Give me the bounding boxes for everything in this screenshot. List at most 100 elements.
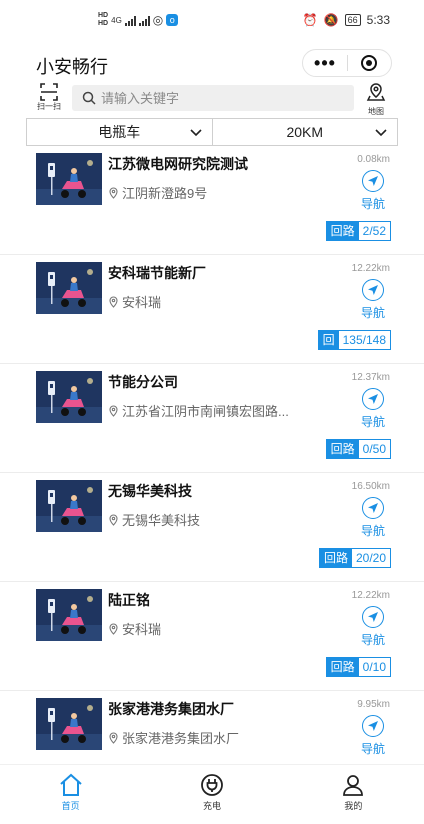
circuit-count: 135/148 (338, 331, 390, 349)
station-address-row: 无锡华美科技 (108, 510, 200, 529)
circuit-count: 2/52 (358, 222, 390, 240)
search-row: 扫一扫 地图 (0, 82, 424, 116)
distance-dropdown[interactable]: 20KM (212, 118, 398, 146)
close-mini-program-button[interactable] (348, 55, 391, 71)
chevron-down-icon (375, 129, 387, 137)
navigation-arrow-icon (362, 170, 384, 192)
navigate-button[interactable]: 导航 (356, 715, 390, 757)
circuit-tag: 回路 (326, 440, 359, 458)
station-address: 无锡华美科技 (122, 513, 201, 528)
navigate-button[interactable]: 导航 (356, 606, 390, 648)
vehicle-type-dropdown[interactable]: 电瓶车 (26, 118, 213, 146)
circuit-count: 0/10 (358, 658, 390, 676)
vehicle-type-value: 电瓶车 (98, 124, 141, 140)
map-icon (366, 83, 386, 101)
station-name: 安科瑞节能新厂 (108, 265, 206, 281)
search-box[interactable] (72, 85, 354, 111)
plug-icon (201, 774, 223, 796)
station-list[interactable]: 江苏微电网研究院测试 江阴新澄路9号 0.08km 导航 回路 2/52 安科瑞… (0, 146, 424, 764)
station-item[interactable]: 陆正铭 安科瑞 12.22km 导航 回路 0/10 (0, 582, 424, 691)
station-name: 无锡华美科技 (108, 483, 192, 499)
station-address-row: 江苏省江阴市南闸镇宏图路... (108, 401, 289, 420)
navigate-button[interactable]: 导航 (356, 279, 390, 321)
scan-button[interactable]: 扫一扫 (36, 82, 62, 114)
battery-icon: 66 (344, 14, 361, 26)
station-distance: 9.95km (357, 699, 390, 710)
circuit-badge: 回路 2/52 (325, 221, 391, 241)
circuit-count: 0/50 (358, 440, 390, 458)
home-icon (59, 773, 82, 796)
location-pin-icon (109, 404, 118, 417)
circuit-tag: 回 (318, 331, 339, 349)
circuit-count: 20/20 (351, 549, 390, 567)
location-pin-icon (109, 295, 118, 308)
navigate-button[interactable]: 导航 (356, 170, 390, 212)
bottom-tab-bar: 首页 充电 我的 (0, 764, 424, 824)
status-right: ⏰ 🔕 66 5:33 (303, 13, 390, 27)
alarm-icon: ⏰ (302, 13, 318, 27)
navigate-button[interactable]: 导航 (356, 497, 390, 539)
station-item[interactable]: 张家港港务集团水厂 张家港港务集团水厂 9.95km 导航 回路 (0, 691, 424, 764)
circuit-badge: 回路 0/10 (325, 657, 391, 677)
navigate-label: 导航 (360, 306, 385, 320)
user-icon (343, 775, 364, 796)
chevron-down-icon (189, 129, 202, 137)
station-item[interactable]: 无锡华美科技 无锡华美科技 16.50km 导航 回路 20/20 (0, 473, 424, 582)
distance-value: 20KM (286, 124, 324, 140)
signal-icon-2 (138, 15, 150, 26)
station-name: 张家港港务集团水厂 (108, 701, 234, 717)
app-title: 小安畅行 (36, 57, 108, 77)
navigate-label: 导航 (360, 742, 385, 756)
tab-profile-label: 我的 (344, 801, 363, 811)
circuit-badge: 回 135/148 (317, 330, 391, 350)
station-distance: 12.37km (351, 372, 390, 383)
station-address: 安科瑞 (122, 295, 162, 310)
status-left: HD HD 4G ◎ o (98, 12, 179, 28)
filter-row: 电瓶车 20KM (26, 118, 398, 146)
location-pin-icon (109, 513, 118, 526)
mute-icon: 🔕 (323, 13, 339, 27)
map-button[interactable]: 地图 (364, 82, 388, 116)
scan-label: 扫一扫 (37, 102, 61, 111)
station-distance: 0.08km (357, 154, 390, 165)
station-item[interactable]: 节能分公司 江苏省江阴市南闸镇宏图路... 12.37km 导航 回路 0/50 (0, 364, 424, 473)
tab-home[interactable]: 首页 (0, 765, 141, 824)
status-bar: HD HD 4G ◎ o ⏰ 🔕 66 5:33 (0, 0, 424, 44)
station-distance: 16.50km (351, 481, 390, 492)
station-item[interactable]: 江苏微电网研究院测试 江阴新澄路9号 0.08km 导航 回路 2/52 (0, 146, 424, 255)
search-input[interactable] (101, 90, 351, 106)
clock: 5:33 (366, 13, 390, 27)
station-address-row: 安科瑞 (108, 292, 161, 311)
station-address: 安科瑞 (122, 622, 162, 637)
navigation-arrow-icon (362, 606, 384, 628)
hotspot-icon: ◎ (152, 13, 164, 27)
title-bar: 小安畅行 ••• (0, 44, 424, 80)
station-address: 张家港港务集团水厂 (122, 731, 240, 746)
navigation-arrow-icon (362, 497, 384, 519)
tab-charge[interactable]: 充电 (141, 765, 282, 824)
location-pin-icon (109, 622, 118, 635)
navigation-arrow-icon (362, 279, 384, 301)
tab-home-label: 首页 (61, 801, 80, 811)
circuit-tag: 回路 (319, 549, 352, 567)
circuit-badge: 回路 20/20 (318, 548, 391, 568)
hd-badge: HD HD (98, 12, 109, 27)
more-button[interactable]: ••• (303, 54, 347, 72)
navigation-arrow-icon (362, 715, 384, 737)
navigate-label: 导航 (360, 415, 385, 429)
station-name: 江苏微电网研究院测试 (108, 156, 248, 172)
station-item[interactable]: 安科瑞节能新厂 安科瑞 12.22km 导航 回 135/148 (0, 255, 424, 364)
station-address-row: 张家港港务集团水厂 (108, 728, 239, 747)
location-pin-icon (109, 731, 118, 744)
mini-program-capsule: ••• (302, 49, 392, 77)
navigate-label: 导航 (360, 524, 385, 538)
search-icon (82, 91, 96, 105)
station-address-row: 安科瑞 (108, 619, 161, 638)
circuit-badge: 回路 0/50 (325, 439, 391, 459)
circuit-tag: 回路 (326, 658, 359, 676)
navigate-button[interactable]: 导航 (356, 388, 390, 430)
navigation-arrow-icon (362, 388, 384, 410)
target-icon (361, 55, 378, 71)
location-pin-icon (109, 186, 118, 199)
tab-profile[interactable]: 我的 (283, 765, 424, 824)
